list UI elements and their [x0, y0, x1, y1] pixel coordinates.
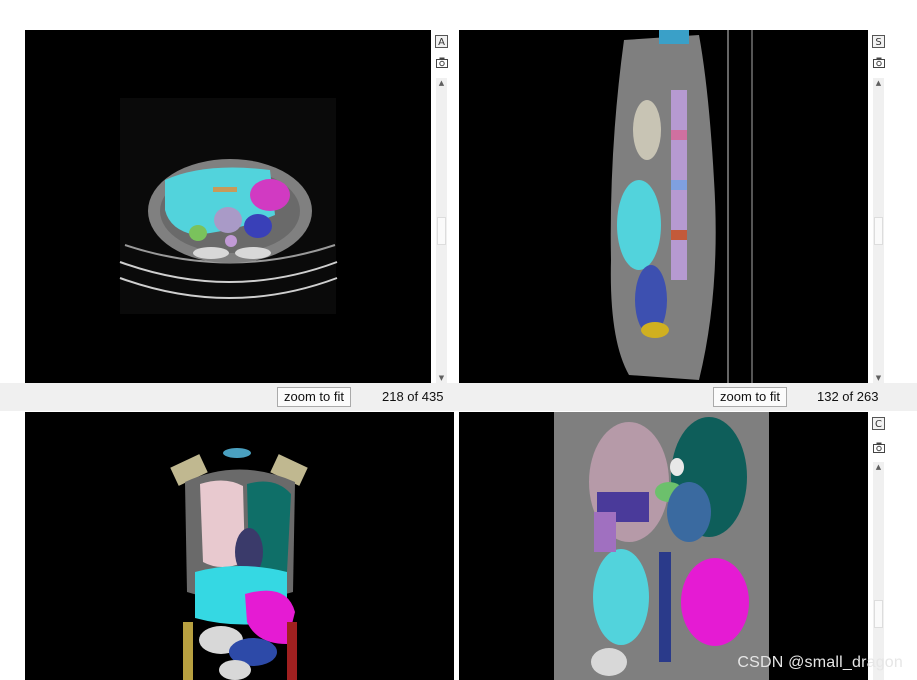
sagittal-status-bar: zoom to fit 132 of 263	[455, 383, 917, 411]
coronal-side-toolbar: C ▲	[868, 412, 890, 680]
3d-organ-render	[170, 448, 308, 680]
scroll-down-arrow-icon[interactable]: ▼	[436, 373, 447, 383]
axial-status-bar: zoom to fit 218 of 435	[0, 383, 455, 411]
scrollbar-thumb[interactable]	[437, 217, 446, 245]
scroll-up-arrow-icon[interactable]: ▲	[873, 462, 884, 472]
coronal-vertical-scrollbar[interactable]: ▲	[873, 462, 884, 680]
coronal-ct-slice	[554, 412, 769, 680]
sagittal-view[interactable]	[459, 30, 868, 383]
axial-side-toolbar: A ▲ ▼	[431, 30, 453, 383]
scroll-down-arrow-icon[interactable]: ▼	[873, 373, 884, 383]
axial-zoom-to-fit-button[interactable]: zoom to fit	[277, 387, 351, 407]
scroll-up-arrow-icon[interactable]: ▲	[436, 78, 447, 88]
axial-view[interactable]	[25, 30, 431, 383]
sagittal-vertical-scrollbar[interactable]: ▲ ▼	[873, 78, 884, 383]
scrollbar-thumb[interactable]	[874, 217, 883, 245]
sagittal-slice-counter: 132 of 263	[817, 389, 879, 404]
scroll-up-arrow-icon[interactable]: ▲	[873, 78, 884, 88]
camera-icon[interactable]	[873, 57, 885, 68]
axial-orientation-button[interactable]: A	[435, 35, 448, 48]
axial-vertical-scrollbar[interactable]: ▲ ▼	[436, 78, 447, 383]
scrollbar-thumb[interactable]	[874, 600, 883, 628]
coronal-orientation-button[interactable]: C	[872, 417, 885, 430]
watermark: CSDN @small_dragon	[737, 654, 903, 671]
sagittal-ct-slice	[610, 30, 753, 383]
coronal-view[interactable]	[459, 412, 868, 680]
axial-slice-counter: 218 of 435	[382, 389, 444, 404]
sagittal-side-toolbar: S ▲ ▼	[868, 30, 890, 383]
axial-ct-slice	[119, 98, 338, 314]
camera-icon[interactable]	[873, 442, 885, 453]
3d-render-view[interactable]	[25, 412, 454, 680]
sagittal-orientation-button[interactable]: S	[872, 35, 885, 48]
camera-icon[interactable]	[436, 57, 448, 68]
sagittal-zoom-to-fit-button[interactable]: zoom to fit	[713, 387, 787, 407]
